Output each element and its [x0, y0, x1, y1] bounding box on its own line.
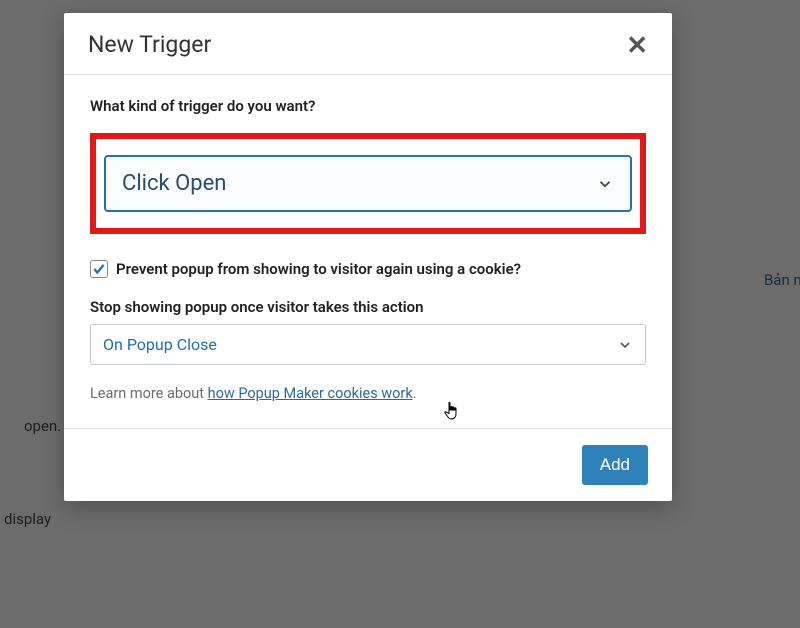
chevron-down-icon [596, 175, 614, 193]
modal-title: New Trigger [88, 31, 211, 58]
new-trigger-modal: New Trigger ✕ What kind of trigger do yo… [64, 13, 672, 501]
stop-showing-label: Stop showing popup once visitor takes th… [90, 298, 646, 316]
trigger-question-label: What kind of trigger do you want? [90, 97, 646, 115]
trigger-type-value: Click Open [122, 171, 226, 196]
learn-more-text: Learn more about how Popup Maker cookies… [90, 385, 646, 402]
modal-footer: Add [64, 428, 672, 501]
stop-action-value: On Popup Close [103, 335, 217, 354]
close-button[interactable]: ✕ [626, 32, 648, 58]
prevent-cookie-row: Prevent popup from showing to visitor ag… [90, 260, 646, 278]
learn-more-suffix: . [413, 385, 417, 402]
highlighted-region: Click Open [90, 133, 646, 234]
add-button[interactable]: Add [582, 445, 648, 485]
close-icon: ✕ [626, 30, 648, 60]
prevent-cookie-label[interactable]: Prevent popup from showing to visitor ag… [116, 260, 521, 278]
chevron-down-icon [617, 337, 633, 353]
checkmark-icon [92, 262, 106, 276]
modal-body: What kind of trigger do you want? Click … [64, 75, 672, 428]
cookies-doc-link[interactable]: how Popup Maker cookies work [208, 385, 413, 402]
trigger-type-select[interactable]: Click Open [104, 155, 632, 212]
stop-action-select[interactable]: On Popup Close [90, 324, 646, 365]
prevent-cookie-checkbox[interactable] [90, 260, 108, 278]
modal-header: New Trigger ✕ [64, 13, 672, 75]
learn-more-prefix: Learn more about [90, 385, 208, 402]
